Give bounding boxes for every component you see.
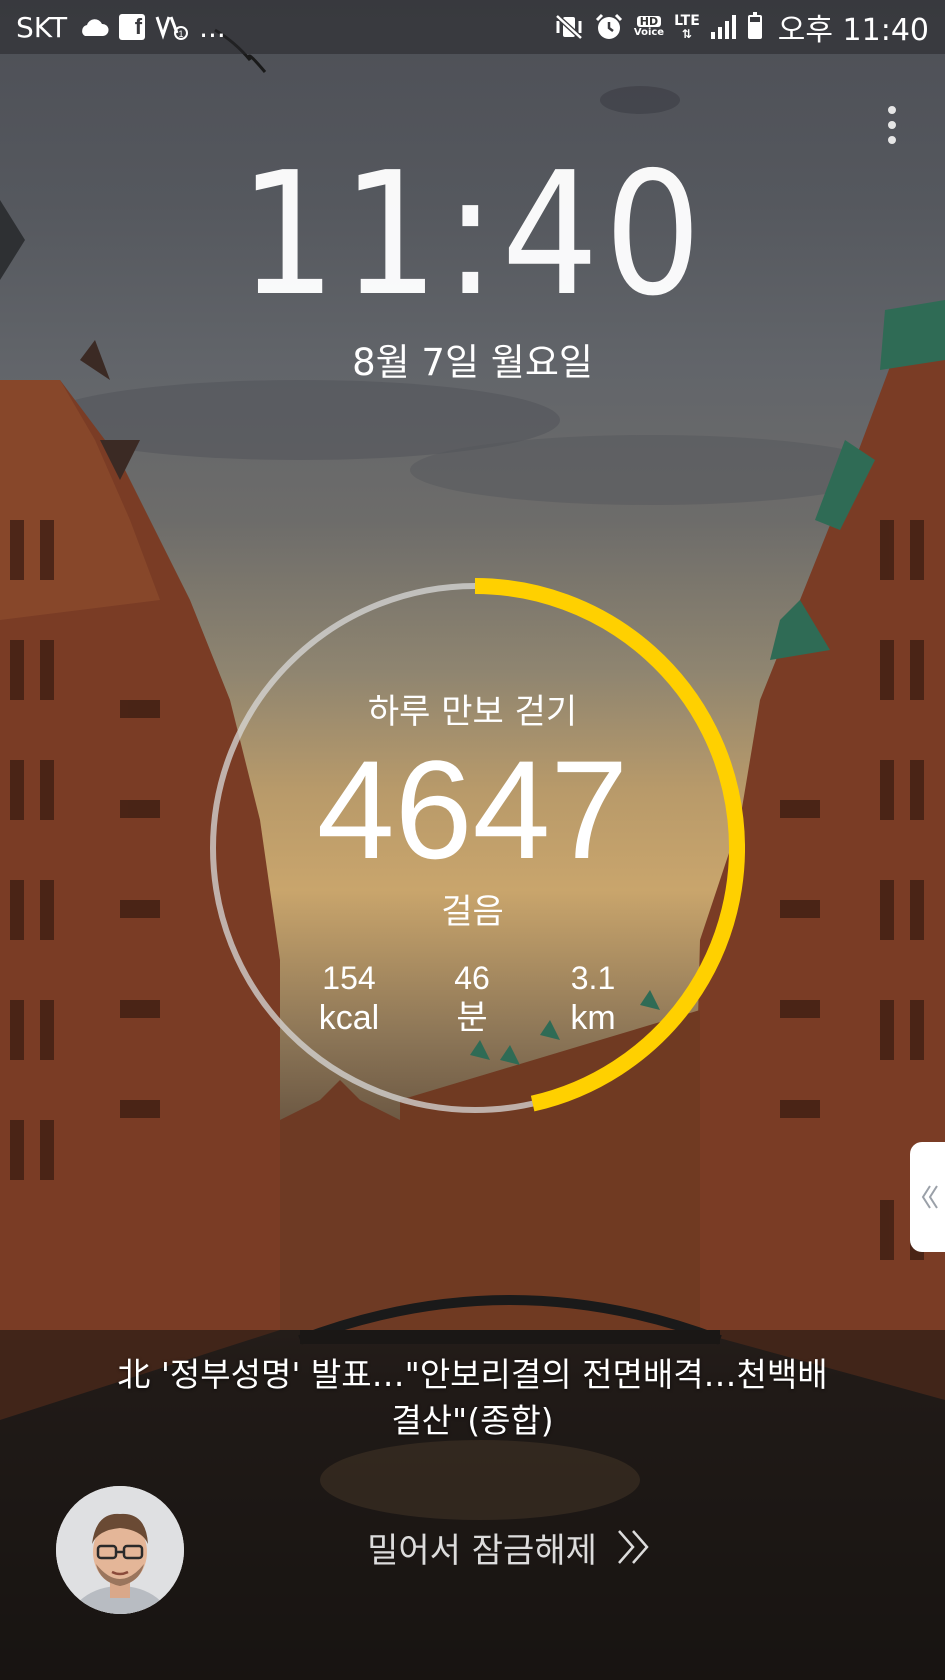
alarm-icon [594,12,624,42]
news-headline-line1: 北 '정부성명' 발표…"안보리결의 전면배격…천백배 [117,1355,828,1394]
unlock-label: 밀어서 잠금해제 [367,1530,597,1571]
stat-minutes-value: 46 [454,960,490,996]
facebook-icon: f [119,14,146,40]
stat-calories: 154 kcal [279,958,419,1038]
stat-calories-unit: kcal [318,999,380,1037]
lockscreen-clock: 11:40 [0,150,945,320]
step-unit: 걸음 [441,892,504,932]
step-count: 4647 [316,731,629,888]
stat-calories-value: 154 [322,960,376,996]
clock-time: 11:40 [238,136,707,334]
svg-text:1: 1 [179,29,184,39]
chevron-left-double-icon [921,1185,938,1209]
cloud-icon [77,17,109,37]
status-bar-left: SKT f 1 ... [16,11,226,44]
lock-screen: SKT f 1 ... HD Voice LTE ⇅ 오후 11:40 11:4… [0,0,945,1680]
stat-distance-value: 3.1 [570,960,616,996]
stat-minutes-unit: 분 [456,999,488,1037]
status-time: 오후 11:40 [777,13,929,48]
step-goal-title: 하루 만보 걷기 [367,692,578,732]
avatar-image [56,1486,184,1614]
lockscreen-date: 8월 7일 월요일 [352,341,593,384]
signal-icon [710,14,738,40]
chevron-right-double-icon [617,1530,649,1564]
edge-panel-handle[interactable] [910,1142,945,1252]
status-bar: SKT f 1 ... HD Voice LTE ⇅ 오후 11:40 [0,0,945,54]
more-notifications-icon: ... [199,10,226,44]
status-bar-right: HD Voice LTE ⇅ 오후 11:40 [554,5,929,49]
lte-icon: LTE ⇅ [674,13,700,41]
news-headline-line2: 결산"(종합) [391,1401,554,1440]
hd-voice-icon: HD Voice [634,16,664,38]
stat-distance: 3.1 km [523,958,663,1038]
more-vert-icon[interactable] [874,100,910,150]
battery-icon [747,12,762,39]
stat-minutes: 46 분 [402,958,542,1038]
volte-icon: 1 [155,13,189,41]
avatar[interactable] [56,1486,184,1614]
hd-label: HD [636,16,662,27]
voice-label: Voice [633,27,665,38]
swipe-to-unlock[interactable]: 밀어서 잠금해제 [350,1520,670,1574]
stat-distance-unit: km [570,999,616,1037]
mute-vibrate-icon [554,13,584,41]
news-headline[interactable]: 北 '정부성명' 발표…"안보리결의 전면배격…천백배 결산"(종합) [90,1352,855,1444]
lte-label: LTE [674,13,700,29]
carrier-label: SKT [16,10,68,44]
